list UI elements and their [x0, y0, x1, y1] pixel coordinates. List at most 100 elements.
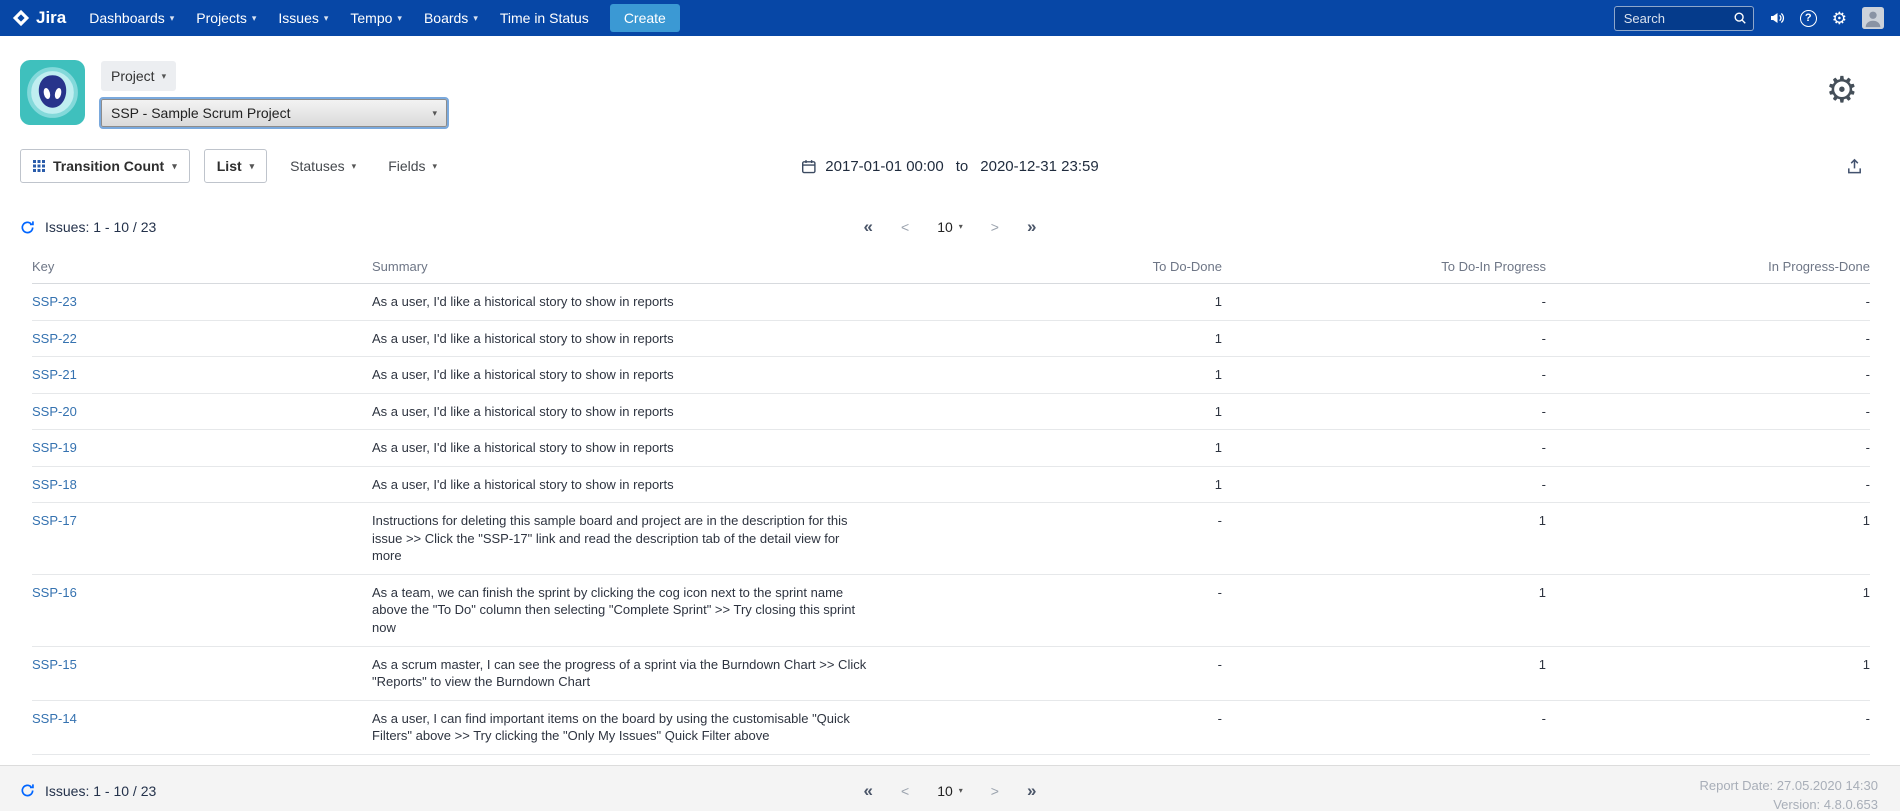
refresh-icon[interactable]	[20, 220, 35, 235]
transition-count-cell: 1	[902, 284, 1222, 321]
issue-summary: As a user, I'd like a historical story t…	[372, 357, 902, 394]
pagination-last[interactable]: »	[1027, 781, 1036, 801]
table-row: SSP-14As a user, I can find important it…	[32, 700, 1870, 754]
issue-key-link[interactable]: SSP-21	[32, 367, 77, 382]
issue-key-link[interactable]: SSP-23	[32, 294, 77, 309]
transition-count-cell: -	[1222, 357, 1546, 394]
jira-logo[interactable]: Jira	[12, 8, 66, 28]
chevron-down-icon: ▾	[250, 162, 255, 171]
help-icon[interactable]: ?	[1800, 10, 1817, 27]
nav-label: Issues	[278, 10, 318, 26]
transition-count-cell: -	[1546, 430, 1870, 467]
search-icon[interactable]	[1733, 11, 1747, 25]
nav-label: Dashboards	[89, 10, 165, 26]
issues-table-head: Key Summary To Do-Done To Do-In Progress…	[32, 249, 1870, 284]
issue-key-link[interactable]: SSP-17	[32, 513, 77, 528]
column-inprogress-done: In Progress-Done	[1546, 249, 1870, 284]
nav-issues[interactable]: Issues ▾	[267, 0, 339, 36]
issue-key-cell: SSP-20	[32, 393, 372, 430]
report-settings-gear-icon[interactable]: ⚙	[1826, 72, 1858, 108]
report-info: Report Date: 27.05.2020 14:30 Version: 4…	[1699, 776, 1878, 811]
pagination-next[interactable]: >	[991, 219, 999, 235]
pagination-prev[interactable]: <	[901, 219, 909, 235]
admin-gear-icon[interactable]: ⚙	[1832, 10, 1847, 27]
announcement-megaphone-icon[interactable]	[1769, 10, 1785, 26]
transition-count-cell: 1	[1546, 574, 1870, 646]
chevron-down-icon: ▾	[252, 14, 257, 23]
transition-count-cell: -	[1222, 284, 1546, 321]
issue-summary: As a user, I'd like a historical story t…	[372, 430, 902, 467]
project-type-dropdown[interactable]: Project ▾	[101, 61, 176, 91]
issue-key-link[interactable]: SSP-20	[32, 404, 77, 419]
issue-key-cell: SSP-16	[32, 574, 372, 646]
transition-count-cell: -	[902, 503, 1222, 575]
column-summary: Summary	[372, 249, 902, 284]
create-button[interactable]: Create	[610, 4, 680, 32]
table-row: SSP-15As a scrum master, I can see the p…	[32, 646, 1870, 700]
jql-query: project = "SSP" AND created >= "2017-01-…	[0, 806, 1900, 811]
issue-key-link[interactable]: SSP-22	[32, 331, 77, 346]
fields-label: Fields	[388, 158, 425, 174]
issue-key-link[interactable]: SSP-15	[32, 657, 77, 672]
report-header: Project ▾ SSP - Sample Scrum Project ▾ ⚙	[0, 36, 1900, 127]
issues-left: Issues: 1 - 10 / 23	[20, 783, 156, 799]
navbar-left: Jira Dashboards ▾ Projects ▾ Issues ▾ Te…	[12, 0, 680, 36]
project-selects: Project ▾ SSP - Sample Scrum Project ▾	[101, 60, 447, 127]
grid-icon	[33, 160, 45, 172]
user-avatar[interactable]	[1862, 7, 1884, 29]
issue-key-link[interactable]: SSP-18	[32, 477, 77, 492]
help-glyph: ?	[1805, 12, 1812, 24]
issue-summary: As a user, I'd like a historical story t…	[372, 284, 902, 321]
transition-count-cell: -	[1222, 700, 1546, 754]
view-type-dropdown[interactable]: List ▾	[204, 149, 267, 183]
issues-count: Issues: 1 - 10 / 23	[45, 219, 156, 235]
project-avatar	[20, 60, 85, 125]
date-from: 2017-01-01 00:00	[825, 158, 943, 175]
issue-summary: As a user, I'd like a historical story t…	[372, 466, 902, 503]
transition-count-cell: -	[1222, 466, 1546, 503]
pagination-last[interactable]: »	[1027, 217, 1036, 237]
pagination-top: « < 10 ▾ > »	[864, 217, 1037, 237]
transition-count-cell: 1	[1222, 646, 1546, 700]
transition-count-cell: 1	[902, 320, 1222, 357]
pagination-first[interactable]: «	[864, 781, 873, 801]
fields-dropdown[interactable]: Fields ▾	[379, 150, 446, 182]
refresh-icon[interactable]	[20, 783, 35, 798]
table-row: SSP-18 As a user, I'd like a historical s…	[32, 466, 1870, 503]
toolbar-left: Transition Count ▾ List ▾ Statuses ▾ Fie…	[20, 149, 446, 183]
nav-boards[interactable]: Boards ▾	[413, 0, 489, 36]
column-key: Key	[32, 249, 372, 284]
chevron-down-icon: ▾	[473, 14, 478, 23]
nav-projects[interactable]: Projects ▾	[185, 0, 267, 36]
brand-label: Jira	[36, 8, 66, 28]
nav-dashboards[interactable]: Dashboards ▾	[78, 0, 185, 36]
pagination-first[interactable]: «	[864, 217, 873, 237]
chevron-down-icon: ▾	[397, 14, 402, 23]
transition-count-cell: -	[1222, 393, 1546, 430]
export-icon[interactable]	[1845, 157, 1864, 176]
page-size-select[interactable]: 10 ▾	[937, 783, 963, 799]
nav-label: Tempo	[350, 10, 392, 26]
table-row: SSP-21 As a user, I'd like a historical s…	[32, 357, 1870, 394]
project-select[interactable]: SSP - Sample Scrum Project ▾	[101, 99, 447, 127]
calendar-icon	[801, 159, 816, 174]
report-type-dropdown[interactable]: Transition Count ▾	[20, 149, 190, 183]
nav-tempo[interactable]: Tempo ▾	[339, 0, 413, 36]
pagination-prev[interactable]: <	[901, 783, 909, 799]
chevron-down-icon: ▾	[433, 162, 438, 171]
issue-key-link[interactable]: SSP-16	[32, 585, 77, 600]
statuses-dropdown[interactable]: Statuses ▾	[281, 150, 365, 182]
nav-time-in-status[interactable]: Time in Status	[489, 0, 600, 36]
transition-count-cell: 1	[902, 393, 1222, 430]
issue-key-link[interactable]: SSP-19	[32, 440, 77, 455]
issue-key-cell: SSP-18	[32, 466, 372, 503]
chevron-down-icon: ▾	[959, 787, 963, 795]
issue-key-link[interactable]: SSP-14	[32, 711, 77, 726]
page-size-select[interactable]: 10 ▾	[937, 219, 963, 235]
transition-count-cell: -	[1546, 393, 1870, 430]
chevron-down-icon: ▾	[170, 14, 175, 23]
date-range-picker[interactable]: 2017-01-01 00:00 to 2020-12-31 23:59	[801, 158, 1098, 175]
table-row: SSP-23 As a user, I'd like a historical s…	[32, 284, 1870, 321]
issue-key-cell: SSP-23	[32, 284, 372, 321]
pagination-next[interactable]: >	[991, 783, 999, 799]
